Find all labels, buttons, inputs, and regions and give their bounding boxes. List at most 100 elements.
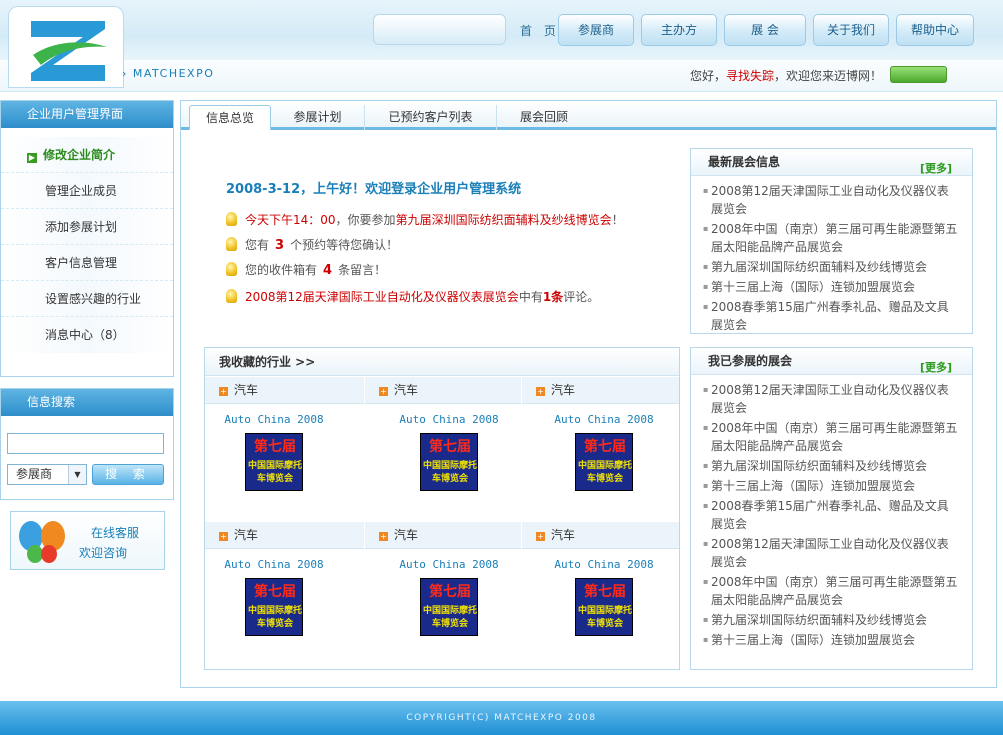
sidebar-item-add-plan[interactable]: 添加参展计划	[1, 209, 173, 245]
footer-copyright: COPYRIGHT(C) MATCHEXPO 2008	[0, 701, 1003, 735]
bulb-icon	[226, 237, 237, 251]
joined-more-link[interactable]: [更多]	[920, 354, 952, 381]
search-type-select[interactable]: 参展商 ▼	[7, 464, 87, 485]
sidebar-item-messages[interactable]: 消息中心（8）	[1, 317, 173, 353]
notice-event-link[interactable]: 第九届深圳国际纺织面辅料及纱线博览会	[396, 213, 612, 227]
plus-icon: +	[219, 387, 228, 396]
product-card[interactable]: Auto China 2008 第七届 中国国际摩托车博览会	[214, 558, 334, 636]
product-name: Auto China 2008	[399, 558, 499, 571]
product-thumbnail[interactable]: 第七届 中国国际摩托车博览会	[420, 578, 478, 636]
sidebar-item-industries[interactable]: 设置感兴趣的行业	[1, 281, 173, 317]
nav-exhibitors[interactable]: 参展商	[558, 14, 634, 46]
category-tab[interactable]: + 汽车	[522, 377, 679, 404]
status-button[interactable]	[890, 66, 947, 83]
list-item[interactable]: 2008年中国（南京）第三届可再生能源暨第五届太阳能品牌产品展览会	[703, 419, 958, 455]
list-item[interactable]: 2008年中国（南京）第三届可再生能源暨第五届太阳能品牌产品展览会	[703, 220, 958, 256]
list-item[interactable]: 第十三届上海（国际）连锁加盟展览会	[703, 278, 958, 296]
category-tab[interactable]: + 汽车	[365, 522, 522, 549]
brand-text: › MATCHEXPO	[122, 67, 215, 80]
box-title: 最新展会信息	[708, 155, 781, 169]
message-count[interactable]: 4	[323, 263, 332, 278]
product-card[interactable]: Auto China 2008 第七届 中国国际摩托车博览会	[544, 558, 664, 636]
category-tab[interactable]: + 汽车	[205, 522, 365, 549]
product-card[interactable]: Auto China 2008 第七届 中国国际摩托车博览会	[389, 558, 509, 636]
list-item[interactable]: 第十三届上海（国际）连锁加盟展览会	[703, 631, 958, 649]
page: › MATCHEXPO 首 页 参展商 主办方 展 会 关于我们 帮助中心 您好…	[0, 0, 1003, 735]
list-item[interactable]: 第九届深圳国际纺织面辅料及纱线博览会	[703, 258, 958, 276]
search-type-value: 参展商	[16, 467, 53, 481]
product-name: Auto China 2008	[399, 413, 499, 426]
search-input[interactable]	[7, 433, 164, 454]
notice-end: ！	[611, 213, 624, 227]
list-item[interactable]: 2008春季第15届广州春季礼品、赠品及文具展览会	[703, 298, 958, 334]
search-button[interactable]: 搜 索	[92, 464, 164, 485]
sidebar-item-customers[interactable]: 客户信息管理	[1, 245, 173, 281]
tab-booked-customers[interactable]: 已预约客户列表	[365, 105, 497, 130]
online-service[interactable]: 在线客服 欢迎咨询	[10, 511, 165, 570]
joined-expos-box: 我已参展的展会[更多] 2008第12届天津国际工业自动化及仪器仪表展览会 20…	[690, 347, 973, 670]
list-item[interactable]: 2008第12届天津国际工业自动化及仪器仪表展览会	[703, 381, 958, 417]
category-tab[interactable]: + 汽车	[522, 522, 679, 549]
latest-more-link[interactable]: [更多]	[920, 155, 952, 182]
notice-row: 今天下午14：00，你要参加第九届深圳国际纺织面辅料及纱线博览会！	[226, 211, 624, 228]
thumb-line1: 第七届	[584, 439, 626, 455]
comment-count[interactable]: 1条	[543, 290, 563, 304]
category-label: 汽车	[234, 528, 259, 542]
greeting-prefix: 您好，	[690, 69, 727, 83]
category-tab[interactable]: + 汽车	[365, 377, 522, 404]
bulb-icon	[226, 289, 237, 303]
logo[interactable]	[8, 6, 124, 88]
product-thumbnail[interactable]: 第七届中国国际摩托车博览会	[245, 433, 303, 491]
product-card[interactable]: Auto China 2008 第七届中国国际摩托车博览会	[214, 413, 334, 491]
thumb-line1: 第七届	[429, 584, 471, 600]
category-label: 汽车	[234, 383, 259, 397]
product-name: Auto China 2008	[224, 413, 324, 426]
pending-count[interactable]: 3	[275, 238, 284, 253]
sidebar-item-label: 修改企业简介	[43, 148, 116, 162]
product-thumbnail[interactable]: 第七届 中国国际摩托车博览会	[420, 433, 478, 491]
product-thumbnail[interactable]: 第七届 中国国际摩托车博览会	[245, 578, 303, 636]
thumb-line2: 中国国际摩托车博览会	[577, 461, 632, 484]
tab-overview[interactable]: 信息总览	[189, 105, 271, 130]
search-title: 信息搜索	[1, 389, 173, 416]
list-item[interactable]: 2008第12届天津国际工业自动化及仪器仪表展览会	[703, 535, 958, 571]
tab-plans[interactable]: 参展计划	[271, 105, 365, 130]
category-row: + 汽车 + 汽车 + 汽车	[205, 522, 679, 549]
nav-help[interactable]: 帮助中心	[896, 14, 974, 46]
nav-expos[interactable]: 展 会	[724, 14, 806, 46]
nav-organizers[interactable]: 主办方	[641, 14, 717, 46]
latest-expos-list: 2008第12届天津国际工业自动化及仪器仪表展览会 2008年中国（南京）第三届…	[691, 176, 972, 334]
industries-title[interactable]: 我收藏的行业 >>	[205, 348, 679, 376]
list-item[interactable]: 第九届深圳国际纺织面辅料及纱线博览会	[703, 457, 958, 475]
category-label: 汽车	[394, 528, 419, 542]
list-item[interactable]: 第九届深圳国际纺织面辅料及纱线博览会	[703, 611, 958, 629]
notice-text: 您有	[245, 238, 270, 252]
thumb-line2: 中国国际摩托车博览会	[247, 461, 302, 484]
list-item[interactable]: 2008第12届天津国际工业自动化及仪器仪表展览会	[703, 182, 958, 218]
category-tab[interactable]: + 汽车	[205, 377, 365, 404]
bulb-icon	[226, 212, 237, 226]
header-search-box[interactable]	[373, 14, 506, 45]
category-label: 汽车	[551, 528, 576, 542]
thumb-line2: 中国国际摩托车博览会	[247, 606, 302, 629]
nav-about[interactable]: 关于我们	[813, 14, 889, 46]
thumb-line1: 第七届	[254, 439, 296, 455]
favorite-industries: 我收藏的行业 >> + 汽车 + 汽车 + 汽车 Auto China 2008 第七…	[204, 347, 680, 670]
nav-home[interactable]: 首 页	[520, 22, 560, 39]
chevron-down-icon: ▼	[68, 465, 86, 484]
greeting-user[interactable]: 寻找失踪	[726, 69, 774, 83]
tab-review[interactable]: 展会回顾	[497, 105, 591, 130]
product-card[interactable]: Auto China 2008 第七届 中国国际摩托车博览会	[389, 413, 509, 491]
list-item[interactable]: 第十三届上海（国际）连锁加盟展览会	[703, 477, 958, 495]
sidebar-item-edit-profile[interactable]: ▶ 修改企业简介	[1, 137, 173, 173]
list-item[interactable]: 2008春季第15届广州春季礼品、赠品及文具展览会	[703, 497, 958, 533]
product-card[interactable]: Auto China 2008 第七届 中国国际摩托车博览会	[544, 413, 664, 491]
product-thumbnail[interactable]: 第七届 中国国际摩托车博览会	[575, 578, 633, 636]
product-thumbnail[interactable]: 第七届中国国际摩托车博览会	[575, 433, 633, 491]
notice-text: 个预约等待您确认！	[290, 238, 399, 252]
sidebar-item-members[interactable]: 管理企业成员	[1, 173, 173, 209]
notice-event-link[interactable]: 2008第12届天津国际工业自动化及仪器仪表展览会	[245, 290, 519, 304]
notice-text: ，你要参加	[335, 213, 396, 227]
list-item[interactable]: 2008年中国（南京）第三届可再生能源暨第五届太阳能品牌产品展览会	[703, 573, 958, 609]
thumb-line1: 第七届	[429, 439, 471, 455]
